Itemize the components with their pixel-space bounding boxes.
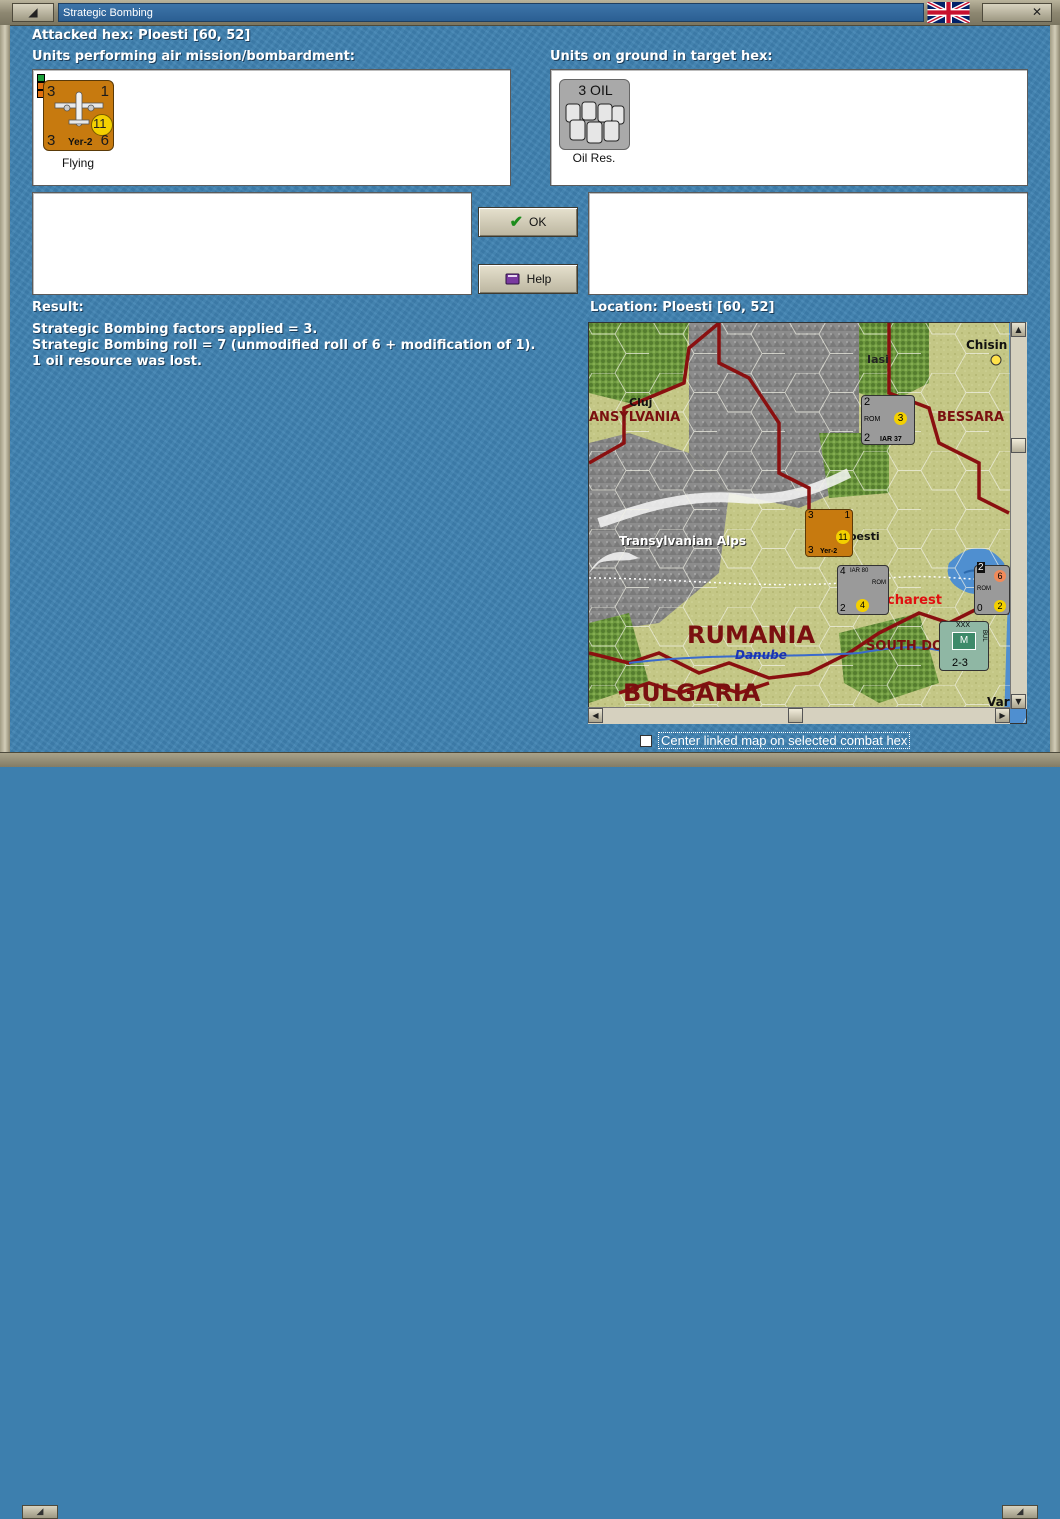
map-river-danube: Danube (735, 648, 787, 662)
map-counter-hq[interactable]: XXX M BUL 2-3 (939, 621, 989, 671)
scroll-down-icon[interactable]: ▼ (1011, 694, 1026, 709)
scroll-left-icon[interactable]: ◀ (588, 708, 603, 723)
bottom-border[interactable]: ◢ ◢ (0, 752, 1060, 1519)
map-region-south-dobruja: SOUTH DO (866, 639, 944, 654)
unit-name: Oil Res. (572, 151, 616, 165)
right-border[interactable] (1050, 25, 1060, 753)
ok-button-label: OK (529, 215, 547, 229)
center-map-checkbox-label[interactable]: Center linked map on selected combat hex (658, 732, 911, 749)
unit-name: Yer-2 (68, 137, 93, 148)
air-units-label: Units performing air mission/bombardment… (32, 49, 356, 64)
ground-units-label: Units on ground in target hex: (550, 49, 773, 64)
horizontal-scroll-thumb[interactable] (788, 708, 803, 723)
map-place-cluj: Cluj (629, 396, 653, 409)
map-counter-rom-air-2[interactable]: 4 IAR 80 ROM 2 4 (837, 565, 889, 615)
bottom-left-value: 3 (47, 132, 56, 149)
result-label: Result: (32, 300, 84, 315)
map-place-bucharest: charest (887, 593, 942, 608)
uk-flag-icon (927, 2, 970, 23)
unit-status: Flying (61, 156, 94, 170)
left-border[interactable] (0, 25, 10, 753)
strategic-bombing-window: ◢ Strategic Bombing ✕ ◢ ◢ Attacked hex: … (0, 0, 1060, 1519)
map-region-bessarabia: BESSARA (937, 410, 1005, 425)
result-line: Strategic Bombing roll = 7 (unmodified r… (32, 338, 536, 353)
scroll-up-icon[interactable]: ▲ (1011, 322, 1026, 337)
map-counter-yer2[interactable]: 3 1 3 11 Yer-2 (805, 509, 853, 557)
map-place-transylvanian-alps: Transylvanian Alps (619, 534, 747, 548)
map-place-ploesti: oesti (849, 530, 880, 543)
map-counter-rom-air-1[interactable]: 2 3 ROM 2 IAR 37 (861, 395, 915, 445)
scroll-right-icon[interactable]: ▶ (995, 708, 1010, 723)
air-unit-counter[interactable]: 3 1 11 3 Yer-2 6 Flying (37, 74, 117, 174)
map-country-rumania: RUMANIA (687, 621, 816, 649)
air-units-panel: 3 1 11 3 Yer-2 6 Flying (32, 69, 511, 186)
minimize-button[interactable]: ◢ (12, 3, 54, 22)
window-title: Strategic Bombing (58, 3, 924, 22)
oil-barrels-icon (565, 101, 625, 144)
title-bar: ◢ Strategic Bombing ✕ (0, 0, 1060, 26)
resize-handle-right[interactable]: ◢ (1002, 1505, 1038, 1519)
ok-button[interactable]: ✔ OK (478, 207, 578, 237)
result-line: 1 oil resource was lost. (32, 354, 202, 369)
oil-resource-counter: 3 OIL (559, 79, 630, 150)
vertical-scroll-thumb[interactable] (1011, 438, 1026, 453)
close-button[interactable]: ✕ (982, 3, 1052, 22)
ground-units-panel: 3 OIL Oil Res. (550, 69, 1028, 186)
map-vertical-scrollbar[interactable]: ▲ ▼ (1010, 322, 1027, 709)
ground-unit-details-panel (588, 192, 1028, 295)
yer2-counter: 3 1 11 3 Yer-2 6 (43, 80, 114, 151)
checkmark-icon: ✔ (509, 214, 524, 231)
result-line: Strategic Bombing factors applied = 3. (32, 322, 318, 337)
resize-handle-left[interactable]: ◢ (22, 1505, 58, 1519)
help-button[interactable]: Help (478, 264, 578, 294)
bottom-right-value: 6 (100, 132, 109, 149)
location-label: Location: Ploesti [60, 52] (590, 300, 775, 315)
center-map-checkbox-row[interactable]: Center linked map on selected combat hex (640, 732, 911, 749)
map-horizontal-scrollbar[interactable]: ◀ ▶ (588, 707, 1010, 724)
map-place-chisinau: Chisin (966, 338, 1008, 352)
hex-map[interactable]: Iasi Chisin Cluj ANSYLVANIA BESSARA Tran… (588, 322, 1027, 724)
map-place-iasi: Iasi (867, 353, 889, 366)
ground-unit-counter[interactable]: 3 OIL Oil Res. (559, 79, 639, 179)
map-counter-rom-air-3[interactable]: 2 6 ROM 0 2 (974, 562, 1010, 615)
air-unit-details-panel (32, 192, 472, 295)
close-icon: ✕ (1031, 5, 1043, 19)
minimize-icon: ◢ (28, 5, 38, 19)
map-region-transylvania: ANSYLVANIA (589, 410, 681, 425)
help-button-label: Help (526, 272, 552, 286)
center-map-checkbox[interactable] (640, 734, 652, 747)
map-country-bulgaria: BULGARIA (623, 679, 761, 707)
attacked-hex-label: Attacked hex: Ploesti [60, 52] (32, 28, 251, 43)
oil-value: 3 OIL (578, 82, 613, 98)
help-book-icon (505, 273, 520, 285)
